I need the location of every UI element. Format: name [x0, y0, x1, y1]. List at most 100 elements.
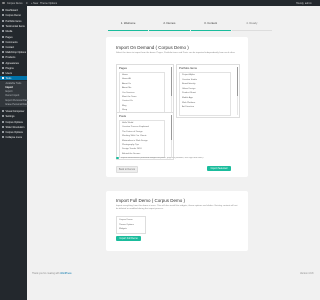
collapse-menu-icon [2, 135, 4, 138]
panel-title: Import On Demand ( Corpus Demo ) [116, 45, 189, 50]
list-item[interactable]: Shop [122, 109, 127, 111]
theme-demo-link[interactable]: Theme Options [40, 2, 57, 5]
import-selected-button[interactable]: Import Selected [207, 166, 231, 171]
list-item[interactable]: Behind the Scenes [122, 153, 140, 155]
step-progress-bar [190, 30, 231, 31]
list-item[interactable]: Working With Our Clients [122, 135, 147, 137]
wordpress-link[interactable]: WordPress [60, 273, 71, 275]
sidebar-item-label: Mailchimp Options [5, 51, 27, 54]
sidebar-item-slider-revolution[interactable]: Slider Revolution [0, 125, 27, 130]
visual-composer-icon [2, 110, 4, 113]
sidebar-item-label: Visual Composer [5, 110, 25, 113]
step-label: 4. Ready [246, 21, 258, 25]
sidebar-item-comments[interactable]: Comments [0, 40, 27, 45]
corpus-options-icon [2, 121, 4, 124]
posts-heading: Posts [119, 114, 126, 118]
list-item[interactable]: Urban Design [182, 88, 195, 90]
back-to-demos-button[interactable]: Back to Demos [116, 166, 138, 173]
list-item[interactable]: Web Platform [182, 102, 195, 104]
sidebar-item-label: Products [5, 55, 16, 59]
portfolio-items-icon [2, 20, 4, 23]
sidebar-item-portfolio-items[interactable]: Portfolio Items [0, 19, 27, 24]
full-panel-description: Import everything from this demo at once… [116, 205, 238, 210]
sidebar-item-label: Comments [5, 41, 18, 45]
pages-list[interactable]: Home Home Alt About Us About Me Our Services… [119, 72, 165, 116]
list-item[interactable]: Creative Studio [182, 79, 197, 81]
sidebar-item-label: Corpus Options [5, 120, 23, 124]
list-item[interactable]: About Me [122, 87, 131, 89]
dashboard-icon [2, 9, 4, 12]
list-item[interactable]: Blog [122, 105, 126, 107]
pages-listbox[interactable]: Pages Home Home Alt About Us About Me Our Se… [116, 64, 174, 118]
sidebar-item-users[interactable]: Users [0, 71, 27, 76]
submenu-item-export-personal-data[interactable]: Export Personal Data [6, 99, 29, 102]
list-item[interactable]: Mobile App [182, 97, 193, 99]
list-item[interactable]: Meet the Team [122, 96, 136, 98]
submenu-item-erase-personal-data[interactable]: Erase Personal Data [6, 103, 28, 106]
sidebar-item-pages[interactable]: Pages [0, 35, 27, 40]
site-name-link[interactable]: Corpus Demo [7, 2, 22, 5]
sidebar-item-label: Media [5, 30, 13, 33]
posts-scrollbar[interactable] [170, 115, 172, 157]
list-item[interactable]: Creative Process Explained [122, 126, 149, 128]
pages-scrollbar[interactable] [170, 67, 172, 115]
list-item[interactable]: Product Shoot [182, 92, 196, 94]
list-item[interactable]: Contact Us [122, 100, 133, 102]
wp-logo-icon[interactable] [2, 1, 5, 5]
import-full-demo-panel: Import Full Demo ( Corpus Demo ) Import … [106, 191, 248, 251]
sidebar-item-corpus-options[interactable]: Corpus Options [0, 130, 27, 135]
attachments-checkbox[interactable] [116, 156, 119, 160]
list-item[interactable]: Photography Tips [122, 144, 139, 146]
comments-count[interactable]: 0 [26, 2, 27, 5]
sidebar-item-dashboard[interactable]: Dashboard [0, 8, 27, 13]
submenu-item-import[interactable]: Import [6, 86, 13, 89]
new-content-link[interactable]: + New [31, 2, 38, 5]
list-item[interactable]: About Us [122, 83, 131, 85]
list-item[interactable]: The Future of Design [122, 131, 143, 133]
sidebar-item-visual-composer[interactable]: Visual Composer [0, 109, 27, 114]
list-item[interactable]: Our Services [122, 92, 135, 94]
sidebar-item-appearance[interactable]: Appearance [0, 61, 27, 66]
sidebar-item-contact[interactable]: Contact [0, 45, 27, 50]
sidebar-item-tools[interactable]: Tools [0, 75, 27, 81]
list-item[interactable]: Design Trends 2018 [122, 148, 142, 150]
submenu-item-export[interactable]: Export [6, 90, 13, 93]
mailchimp-options-icon [2, 51, 4, 54]
list-item[interactable]: Home Alt [122, 78, 131, 80]
sidebar-item-mailchimp-options[interactable]: Mailchimp Options [0, 50, 27, 55]
sidebar-item-settings[interactable]: Settings [0, 114, 27, 119]
users-icon [2, 72, 4, 75]
sidebar-item-label: Pages [5, 36, 13, 40]
footer-version: Version 4.9.8 [300, 273, 314, 275]
list-item[interactable]: Home [122, 74, 128, 76]
submenu-item-available-tools[interactable]: Available Tools [6, 82, 22, 85]
list-item[interactable]: Brand Identity [182, 83, 196, 85]
portfolio-list[interactable]: Project Alpha Creative Studio Brand Identi… [179, 72, 231, 116]
submenu-item-demo-import[interactable]: Demo Import [6, 94, 20, 97]
sidebar-item-corpus-options[interactable]: Corpus Options [0, 120, 27, 125]
sidebar-item-products[interactable]: Products [0, 55, 27, 60]
import-full-demo-button[interactable]: Import Full Demo [116, 236, 141, 241]
list-item[interactable]: Project Alpha [182, 74, 195, 76]
sidebar-item-label: Plugins [5, 67, 14, 71]
list-item[interactable]: Minimalism in Web Design [122, 140, 148, 142]
settings-icon [2, 115, 4, 118]
howdy-account[interactable]: Howdy, admin [296, 2, 312, 5]
media-icon [2, 30, 4, 33]
pages-heading: Pages [119, 66, 127, 70]
portfolio-listbox[interactable]: Portfolio Items Project Alpha Creative St… [176, 64, 240, 118]
posts-listbox[interactable]: Posts Hello World Creative Process Explai… [116, 112, 174, 160]
sidebar-item-label: Users [5, 72, 13, 75]
sidebar-item-testimonial-items[interactable]: Testimonial Items [0, 24, 27, 29]
sidebar-item-media[interactable]: Media [0, 29, 27, 34]
sidebar-item-collapse-menu[interactable]: Collapse menu [0, 135, 27, 140]
step-progress-bar [149, 30, 190, 31]
comments-icon [2, 41, 4, 44]
portfolio-scrollbar[interactable] [236, 67, 238, 115]
sidebar-item-plugins[interactable]: Plugins [0, 66, 27, 71]
posts-list[interactable]: Hello World Creative Process Explained The… [119, 120, 165, 158]
list-item[interactable]: Hello World [122, 122, 133, 124]
list-item[interactable]: Art Direction [182, 106, 194, 108]
sidebar-item-corpus-demo[interactable]: Corpus Demo [0, 13, 27, 18]
sidebar-item-label: Portfolio Items [5, 20, 22, 24]
